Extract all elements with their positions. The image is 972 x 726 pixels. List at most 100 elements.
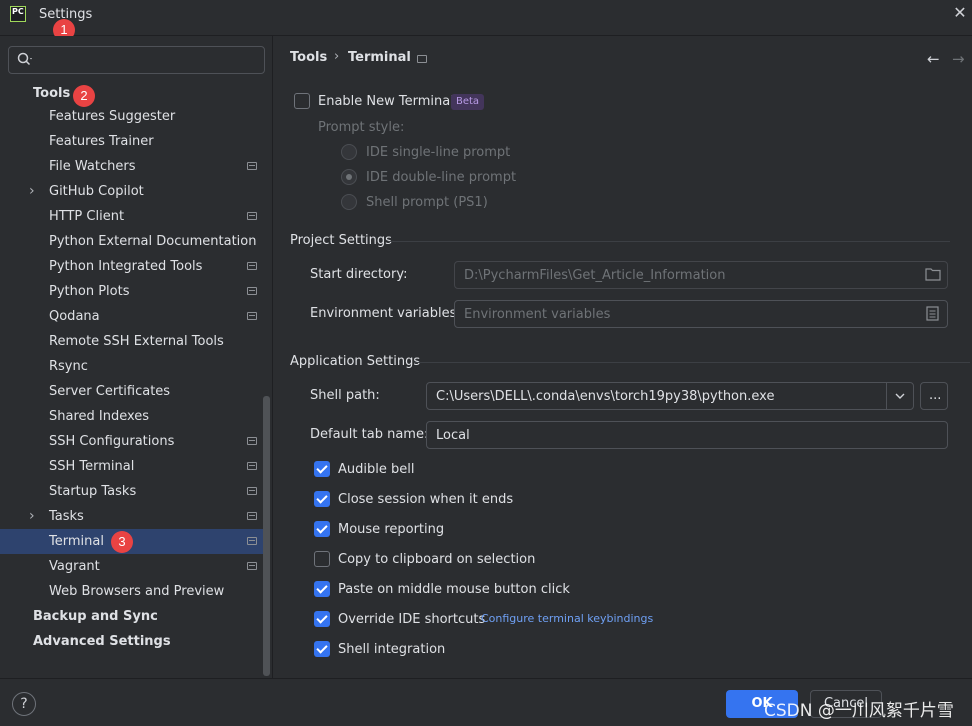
- sidebar-item-vagrant[interactable]: Vagrant: [0, 554, 263, 579]
- enable-new-terminal-label: Enable New Terminal: [318, 94, 454, 109]
- sidebar-item-ssh-configurations[interactable]: SSH Configurations: [0, 429, 263, 454]
- breadcrumb-parent[interactable]: Tools: [290, 50, 327, 65]
- project-scope-icon: [247, 212, 257, 220]
- sidebar-item-startup-tasks[interactable]: Startup Tasks: [0, 479, 263, 504]
- sidebar-item-label: Server Certificates: [49, 384, 171, 399]
- sidebar-item-label: File Watchers: [49, 159, 136, 174]
- nav-item-label: Advanced Settings: [33, 634, 171, 649]
- browse-label: ...: [929, 388, 942, 403]
- enable-new-terminal-checkbox[interactable]: [294, 93, 310, 109]
- sidebar-item-ssh-terminal[interactable]: SSH Terminal: [0, 454, 263, 479]
- project-scope-icon: [247, 162, 257, 170]
- sidebar-item-label: Tasks: [49, 509, 84, 524]
- sidebar-item-label: HTTP Client: [49, 209, 125, 224]
- sidebar-item-shared-indexes[interactable]: Shared Indexes: [0, 404, 263, 429]
- sidebar-item-label: Qodana: [49, 309, 100, 324]
- sidebar-item-label: Shared Indexes: [49, 409, 150, 424]
- help-button[interactable]: ?: [12, 692, 36, 716]
- shell-path-label: Shell path:: [310, 388, 380, 403]
- sidebar-item-tasks[interactable]: › Tasks: [0, 504, 263, 529]
- sidebar-item-label: Features Trainer: [49, 134, 154, 149]
- shell-path-value: C:\Users\DELL\.conda\envs\torch19py38\py…: [436, 389, 775, 404]
- sidebar-item-github-copilot[interactable]: › GitHub Copilot: [0, 179, 263, 204]
- close-session-when-it-ends-checkbox[interactable]: [314, 491, 330, 507]
- project-settings-title: Project Settings: [290, 233, 392, 248]
- sidebar-item-label: SSH Configurations: [49, 434, 175, 449]
- sidebar-item-file-watchers[interactable]: File Watchers: [0, 154, 263, 179]
- watermark: CSDN @一川风絮千片雪: [764, 701, 954, 721]
- chevron-right-icon[interactable]: ›: [29, 179, 35, 204]
- environment-variables-input[interactable]: Environment variables: [454, 300, 948, 328]
- override-ide-shortcuts-label: Override IDE shortcuts: [338, 612, 486, 627]
- override-ide-shortcuts-checkbox[interactable]: [314, 611, 330, 627]
- close-icon[interactable]: ✕: [952, 4, 968, 22]
- settings-search-input[interactable]: [8, 46, 265, 74]
- project-scope-icon: [417, 55, 427, 63]
- chevron-right-icon[interactable]: ›: [29, 504, 35, 529]
- breadcrumb-current: Terminal: [348, 50, 411, 65]
- sidebar-scrollbar[interactable]: [263, 396, 270, 676]
- edit-list-icon[interactable]: [926, 306, 939, 321]
- copy-to-clipboard-on-selection-label: Copy to clipboard on selection: [338, 552, 536, 567]
- start-directory-field[interactable]: D:\PycharmFiles\Get_Article_Information: [454, 261, 948, 289]
- radio-shell-prompt[interactable]: [341, 194, 357, 210]
- paste-on-middle-mouse-button-click-label: Paste on middle mouse button click: [338, 582, 570, 597]
- section-divider: [414, 362, 970, 363]
- default-tab-name-input[interactable]: Local: [426, 421, 948, 449]
- browse-shell-button[interactable]: ...: [920, 382, 948, 410]
- sidebar-item-qodana[interactable]: Qodana: [0, 304, 263, 329]
- nav-advanced-settings[interactable]: Advanced Settings: [0, 629, 263, 654]
- project-scope-icon: [247, 312, 257, 320]
- sidebar-item-label: Vagrant: [49, 559, 100, 574]
- nav-backup-and-sync[interactable]: Backup and Sync: [0, 604, 263, 629]
- close-session-when-it-ends-label: Close session when it ends: [338, 492, 514, 507]
- sidebar-item-remote-ssh-external-tools[interactable]: Remote SSH External Tools: [0, 329, 263, 354]
- radio-single-line-prompt[interactable]: [341, 144, 357, 160]
- project-scope-icon: [247, 437, 257, 445]
- shell-integration-checkbox[interactable]: [314, 641, 330, 657]
- sidebar-item-python-integrated-tools[interactable]: Python Integrated Tools: [0, 254, 263, 279]
- nav-section-tools[interactable]: Tools: [0, 81, 263, 106]
- sidebar-item-python-plots[interactable]: Python Plots: [0, 279, 263, 304]
- audible-bell-label: Audible bell: [338, 462, 415, 477]
- project-scope-icon: [247, 537, 257, 545]
- configure-keybindings-link[interactable]: Configure terminal keybindings: [481, 612, 653, 625]
- sidebar-item-label: Terminal: [49, 534, 104, 549]
- default-tab-name-value: Local: [436, 428, 470, 443]
- sidebar-item-features-suggester[interactable]: Features Suggester: [0, 104, 263, 129]
- title-bar: [0, 0, 972, 36]
- chevron-down-icon[interactable]: [894, 391, 906, 401]
- copy-to-clipboard-on-selection-checkbox[interactable]: [314, 551, 330, 567]
- audible-bell-checkbox[interactable]: [314, 461, 330, 477]
- mouse-reporting-checkbox[interactable]: [314, 521, 330, 537]
- project-scope-icon: [247, 287, 257, 295]
- beta-badge: Beta: [451, 94, 484, 110]
- sidebar-item-label: Web Browsers and Preview: [49, 584, 225, 599]
- sidebar-item-web-browsers-and-preview[interactable]: Web Browsers and Preview: [0, 579, 263, 604]
- sidebar-item-label: Startup Tasks: [49, 484, 137, 499]
- shell-path-combobox[interactable]: C:\Users\DELL\.conda\envs\torch19py38\py…: [426, 382, 914, 410]
- mouse-reporting-label: Mouse reporting: [338, 522, 445, 537]
- sidebar-item-label: SSH Terminal: [49, 459, 135, 474]
- nav-section-label: Tools: [33, 86, 71, 101]
- shell-integration-label: Shell integration: [338, 642, 446, 657]
- sidebar-item-label: Remote SSH External Tools: [49, 334, 224, 349]
- default-tab-name-label: Default tab name:: [310, 427, 429, 442]
- sidebar-item-python-external-documentation[interactable]: Python External Documentation: [0, 229, 263, 254]
- sidebar-item-label: GitHub Copilot: [49, 184, 144, 199]
- radio-label: IDE single-line prompt: [366, 145, 511, 160]
- back-arrow-icon[interactable]: ←: [927, 50, 940, 68]
- sidebar-item-features-trainer[interactable]: Features Trainer: [0, 129, 263, 154]
- sidebar-item-server-certificates[interactable]: Server Certificates: [0, 379, 263, 404]
- sidebar-item-rsync[interactable]: Rsync: [0, 354, 263, 379]
- radio-label: IDE double-line prompt: [366, 170, 517, 185]
- sidebar-item-http-client[interactable]: HTTP Client: [0, 204, 263, 229]
- environment-variables-placeholder: Environment variables: [464, 307, 611, 322]
- paste-on-middle-mouse-button-click-checkbox[interactable]: [314, 581, 330, 597]
- folder-icon[interactable]: [925, 267, 941, 281]
- radio-double-line-prompt[interactable]: [341, 169, 357, 185]
- forward-arrow-icon[interactable]: →: [952, 50, 965, 68]
- sidebar-item-label: Python External Documentation: [49, 234, 257, 249]
- sidebar-item-label: Rsync: [49, 359, 88, 374]
- annotation-badge-3: 3: [111, 531, 133, 553]
